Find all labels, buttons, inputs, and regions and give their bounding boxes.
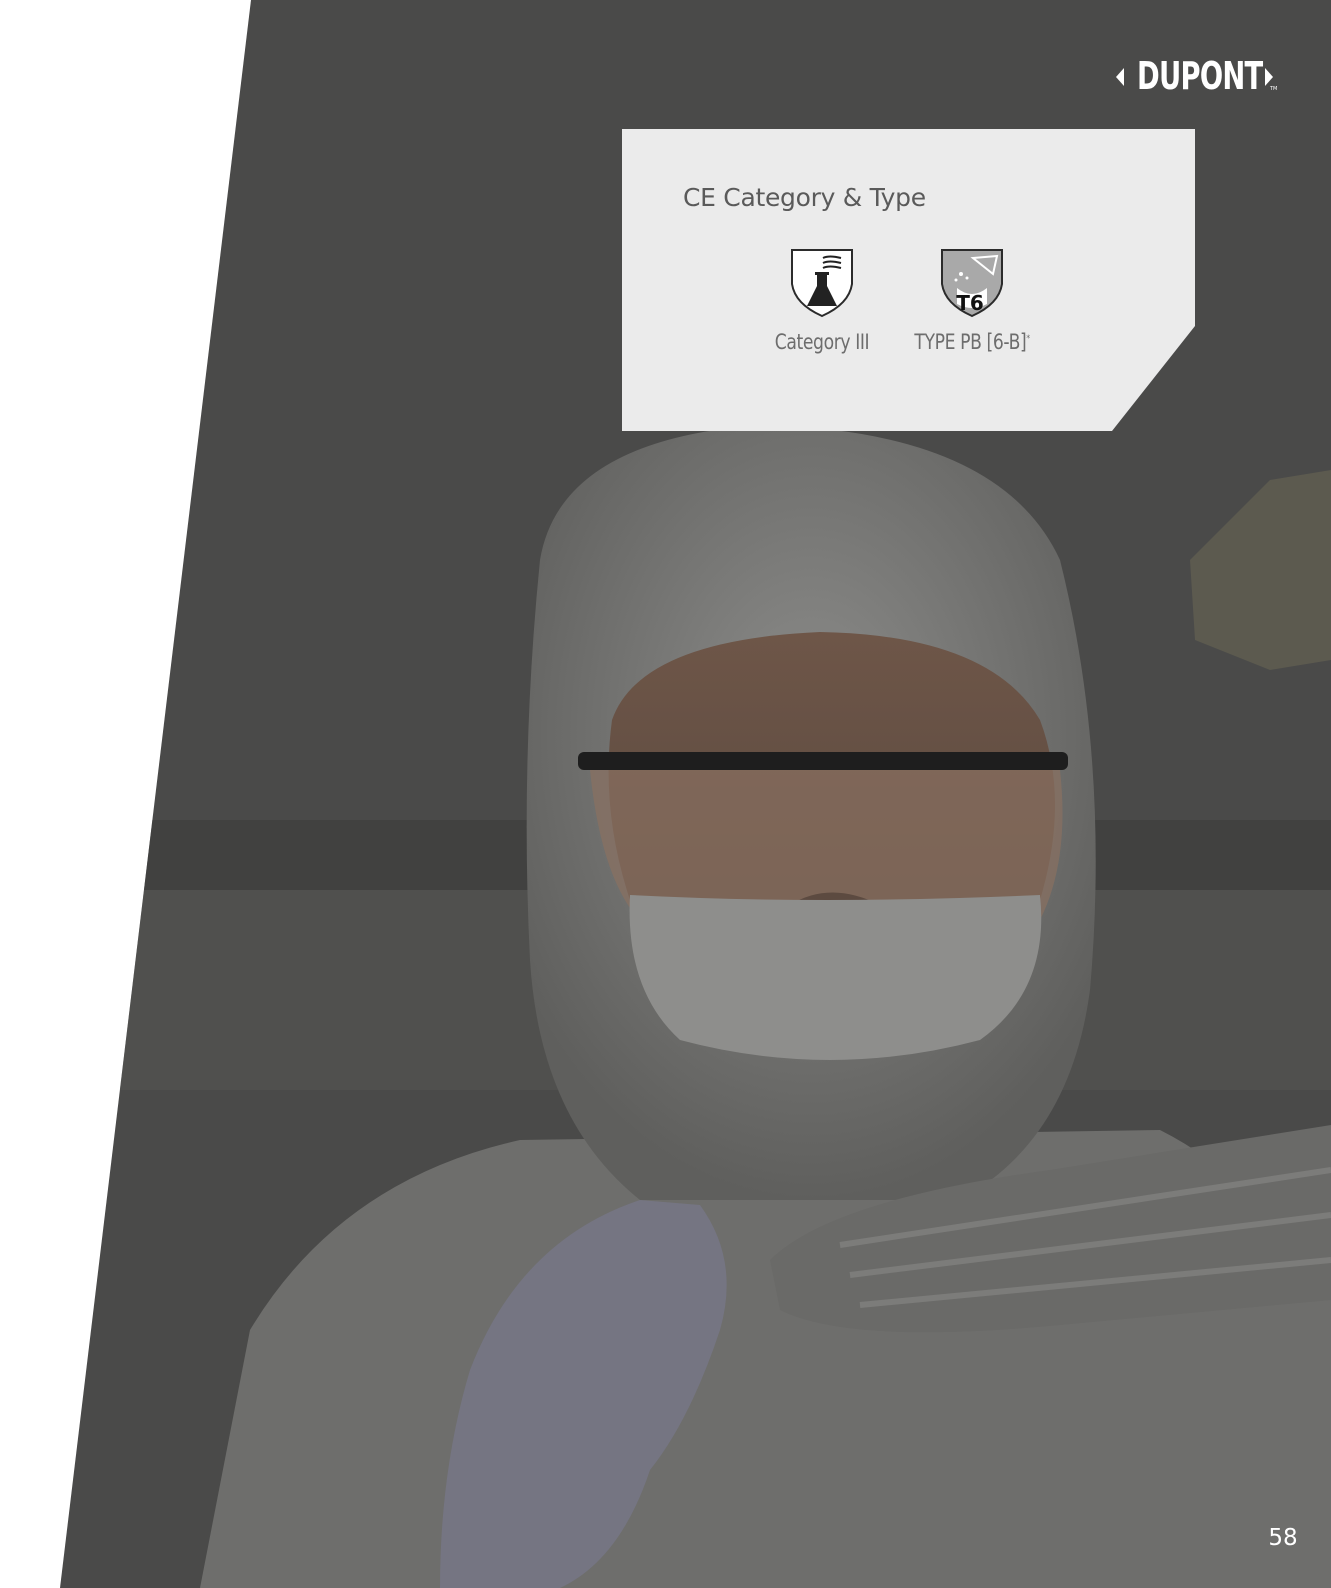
- footnote-mark: *: [1026, 334, 1030, 344]
- type-6-splash-shield-icon: T6: [941, 249, 1003, 318]
- category-badge: Category III: [742, 248, 902, 354]
- card-title: CE Category & Type: [683, 183, 926, 212]
- page-number: 58: [1268, 1525, 1298, 1551]
- type-icon-text: T6: [956, 291, 984, 315]
- category-label: Category III: [774, 330, 870, 354]
- logo-wordmark: DUPONT: [1137, 54, 1263, 98]
- dupont-logo: DUPONT TM: [1115, 54, 1285, 100]
- type-label: TYPE PB [6-B]*: [906, 330, 1037, 354]
- chemical-flask-shield-icon: [791, 249, 853, 318]
- type-badge: T6 TYPE PB [6-B]*: [892, 248, 1052, 354]
- trademark-mark: TM: [1270, 86, 1278, 92]
- ce-category-card: CE Category & Type Category III T6 TYPE …: [622, 129, 1195, 431]
- type-label-text: TYPE PB [6-B]: [914, 330, 1027, 354]
